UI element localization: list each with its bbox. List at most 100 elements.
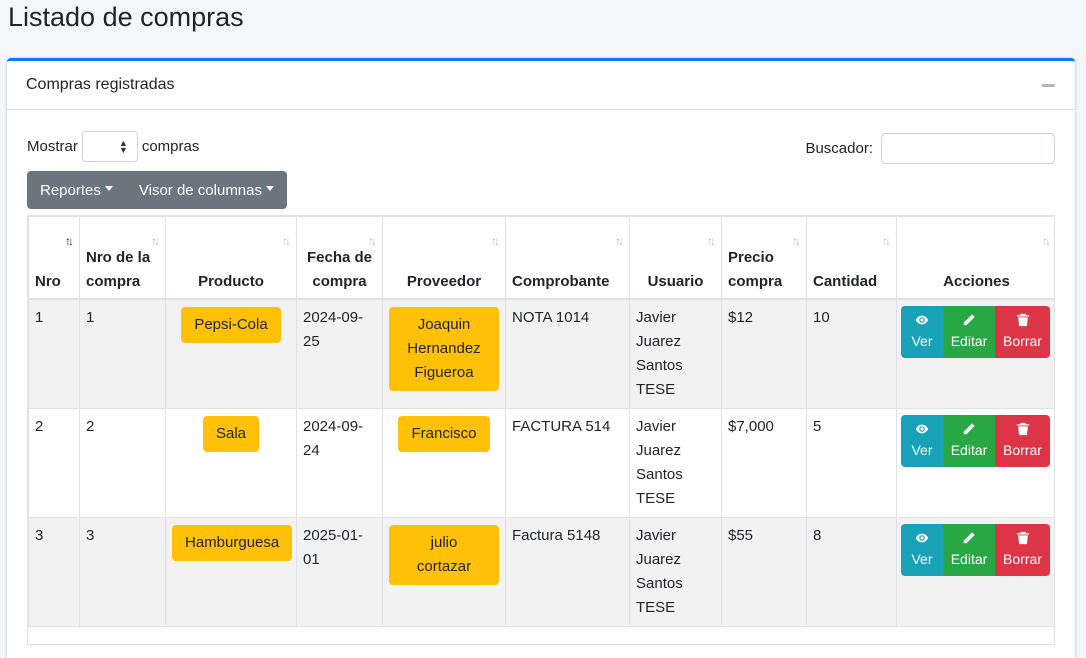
- purchases-table-wrapper: ↑↓ Nro ↑↓ Nro de la compra ↑↓ Producto ↑↓ Fe…: [27, 215, 1055, 645]
- column-header-proveedor[interactable]: ↑↓ Proveedor: [382, 216, 506, 300]
- delete-button[interactable]: Borrar: [995, 305, 1050, 358]
- eye-icon: [915, 315, 929, 325]
- cell-nro: 1: [28, 298, 80, 409]
- supplier-badge: julio cortazar: [389, 524, 499, 585]
- trash-icon: [1016, 313, 1029, 327]
- trash-icon: [1016, 531, 1029, 545]
- show-suffix: compras: [141, 138, 200, 155]
- column-header-cantidad[interactable]: ↑↓ Cantidad: [806, 216, 897, 300]
- eye-icon: [915, 533, 929, 543]
- eye-icon: [915, 424, 929, 434]
- table-controls: Mostrar ▲ ▼ compras Buscador:: [27, 131, 1055, 164]
- cell-comprobante: NOTA 1014: [505, 298, 630, 409]
- caret-down-icon: [104, 185, 113, 191]
- page-title: Listado de compras: [8, 2, 244, 32]
- cell-precio: $55: [721, 516, 807, 627]
- sort-icon: ↑↓: [282, 234, 291, 248]
- edit-button[interactable]: Editar: [943, 523, 995, 576]
- cell-cantidad: 5: [806, 407, 897, 518]
- table-row: 3 3 Hamburguesa 2025-01-01 julio cortazar Fac…: [28, 516, 1054, 627]
- sort-icon: ↑↓: [615, 234, 624, 248]
- product-badge: Sala: [202, 415, 260, 452]
- action-buttons: Ver Editar Borrar: [901, 305, 1050, 358]
- export-button-group: Reportes Visor de columnas: [27, 171, 287, 209]
- product-badge: Pepsi-Cola: [181, 306, 281, 343]
- search-control: Buscador:: [805, 133, 1055, 164]
- cell-nro-compra: 3: [79, 516, 166, 627]
- cell-acciones: Ver Editar Borrar: [896, 407, 1054, 518]
- cell-proveedor: julio cortazar: [382, 516, 506, 627]
- supplier-badge: Francisco: [398, 415, 490, 452]
- cell-proveedor: Francisco: [382, 407, 506, 518]
- sort-icon: ↑↓: [151, 234, 160, 248]
- sort-icon: ↑↓: [882, 234, 891, 248]
- view-button[interactable]: Ver: [901, 523, 943, 576]
- column-header-acciones[interactable]: ↑↓ Acciones: [896, 216, 1054, 300]
- sort-icon: ↑↓: [792, 234, 801, 248]
- sort-icon: ↑↓: [1042, 234, 1051, 248]
- select-arrows-icon: ▲ ▼: [118, 138, 128, 155]
- product-badge: Hamburguesa: [172, 524, 293, 561]
- cell-comprobante: FACTURA 514: [505, 407, 630, 518]
- action-buttons: Ver Editar Borrar: [901, 414, 1050, 467]
- cell-producto: Hamburguesa: [165, 516, 297, 627]
- view-button[interactable]: Ver: [901, 305, 943, 358]
- show-label: Mostrar: [27, 138, 78, 155]
- view-button[interactable]: Ver: [901, 414, 943, 467]
- caret-down-icon: [266, 185, 274, 191]
- table-header-row: ↑↓ Nro ↑↓ Nro de la compra ↑↓ Producto ↑↓ Fe…: [28, 216, 1054, 300]
- column-header-usuario[interactable]: ↑↓ Usuario: [629, 216, 722, 300]
- purchases-table: ↑↓ Nro ↑↓ Nro de la compra ↑↓ Producto ↑↓ Fe…: [28, 216, 1054, 627]
- collapse-icon[interactable]: [1042, 78, 1056, 92]
- delete-button[interactable]: Borrar: [995, 523, 1050, 576]
- cell-nro-compra: 1: [79, 298, 166, 409]
- cell-cantidad: 10: [806, 298, 897, 409]
- table-row: 1 1 Pepsi-Cola 2024-09-25 Joaquin Hernandez …: [28, 298, 1054, 409]
- column-header-nro[interactable]: ↑↓ Nro: [28, 216, 80, 300]
- column-visibility-button[interactable]: Visor de columnas: [126, 171, 287, 209]
- pencil-icon: [963, 532, 975, 544]
- page-length-select[interactable]: ▲ ▼: [81, 131, 138, 162]
- cell-precio: $12: [721, 298, 807, 409]
- search-input[interactable]: [881, 133, 1055, 164]
- column-header-producto[interactable]: ↑↓ Producto: [165, 216, 297, 300]
- cell-comprobante: Factura 5148: [505, 516, 630, 627]
- cell-producto: Pepsi-Cola: [165, 298, 297, 409]
- cell-fecha: 2025-01-01: [296, 516, 383, 627]
- page-length-control: Mostrar ▲ ▼ compras: [27, 131, 199, 162]
- cell-fecha: 2024-09-25: [296, 298, 383, 409]
- pencil-icon: [963, 314, 975, 326]
- cell-nro: 3: [28, 516, 80, 627]
- card-header: Compras registradas: [7, 61, 1075, 110]
- edit-button[interactable]: Editar: [943, 305, 995, 358]
- cell-nro: 2: [28, 407, 80, 518]
- search-label: Buscador:: [805, 140, 873, 157]
- cell-acciones: Ver Editar Borrar: [896, 516, 1054, 627]
- sort-asc-icon: ↑↓: [65, 234, 74, 248]
- purchases-card: Compras registradas Mostrar ▲ ▼ compras B…: [7, 58, 1075, 658]
- column-header-nro-compra[interactable]: ↑↓ Nro de la compra: [79, 216, 166, 300]
- column-header-precio[interactable]: ↑↓ Precio compra: [721, 216, 807, 300]
- cell-precio: $7,000: [721, 407, 807, 518]
- reports-dropdown-button[interactable]: Reportes: [27, 171, 126, 209]
- action-buttons: Ver Editar Borrar: [901, 523, 1050, 576]
- cell-proveedor: Joaquin Hernandez Figueroa: [382, 298, 506, 409]
- edit-button[interactable]: Editar: [943, 414, 995, 467]
- cell-fecha: 2024-09-24: [296, 407, 383, 518]
- cell-nro-compra: 2: [79, 407, 166, 518]
- sort-icon: ↑↓: [368, 234, 377, 248]
- supplier-badge: Joaquin Hernandez Figueroa: [389, 306, 499, 391]
- cell-usuario: Javier Juarez Santos TESE: [629, 298, 722, 409]
- cell-usuario: Javier Juarez Santos TESE: [629, 516, 722, 627]
- pencil-icon: [963, 423, 975, 435]
- cell-cantidad: 8: [806, 516, 897, 627]
- column-header-fecha[interactable]: ↑↓ Fecha de compra: [296, 216, 383, 300]
- column-header-comprobante[interactable]: ↑↓ Comprobante: [505, 216, 630, 300]
- column-visibility-label: Visor de columnas: [138, 181, 262, 199]
- sort-icon: ↑↓: [491, 234, 500, 248]
- card-title: Compras registradas: [26, 76, 175, 93]
- reports-label: Reportes: [40, 181, 101, 199]
- delete-button[interactable]: Borrar: [995, 414, 1050, 467]
- sort-icon: ↑↓: [707, 234, 716, 248]
- cell-acciones: Ver Editar Borrar: [896, 298, 1054, 409]
